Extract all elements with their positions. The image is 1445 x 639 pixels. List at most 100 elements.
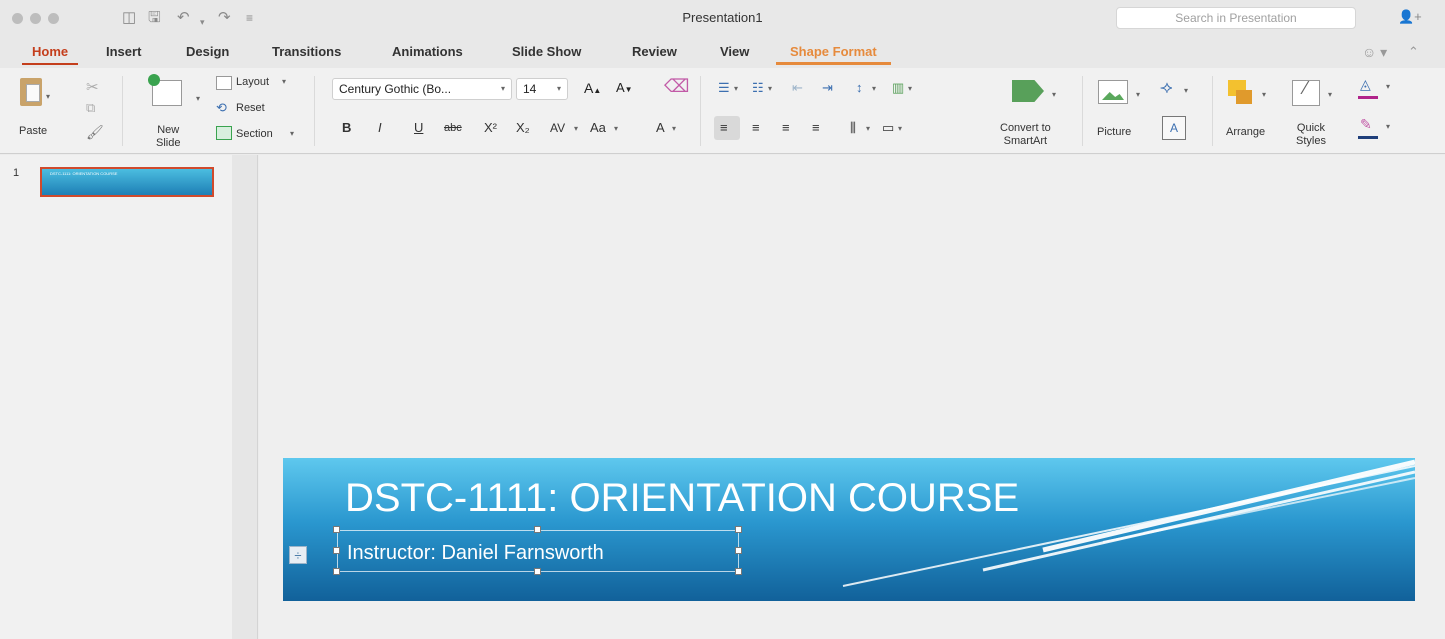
font-color-dropdown-icon[interactable]: ▾ <box>672 124 676 133</box>
sidebar-toggle-icon[interactable]: ◫ <box>122 8 136 28</box>
slide-title[interactable]: DSTC-1111: ORIENTATION COURSE <box>345 476 1019 520</box>
reset-icon[interactable]: ⟲ <box>216 100 227 116</box>
section-icon[interactable] <box>216 126 232 140</box>
quick-styles-label: Quick Styles <box>1296 122 1326 147</box>
tab-shape-format[interactable]: Shape Format <box>776 44 891 65</box>
customize-toolbar-icon[interactable]: ≡ <box>246 8 253 28</box>
paste-dropdown-icon[interactable]: ▾ <box>46 92 50 101</box>
format-painter-icon[interactable]: 🖌 <box>86 124 104 141</box>
shrink-font-button[interactable]: A▼ <box>616 80 633 95</box>
change-case-button[interactable]: Aa <box>590 120 606 136</box>
resize-handle[interactable] <box>534 526 541 533</box>
columns-icon[interactable]: ▥ <box>892 80 904 96</box>
line-spacing-dropdown-icon[interactable]: ▾ <box>872 84 876 93</box>
text-direction-icon[interactable]: ⫼ <box>850 120 856 136</box>
section-label[interactable]: Section <box>236 128 273 141</box>
tab-review[interactable]: Review <box>632 44 677 59</box>
tab-design[interactable]: Design <box>186 44 229 59</box>
resize-handle[interactable] <box>333 547 340 554</box>
text-box-icon[interactable]: A <box>1162 116 1186 140</box>
shape-outline-dropdown-icon[interactable]: ▾ <box>1386 122 1390 131</box>
redo-icon[interactable]: ↷ <box>218 8 231 28</box>
character-spacing-dropdown-icon[interactable]: ▾ <box>574 124 578 133</box>
shape-fill-icon[interactable]: ◬ <box>1360 76 1371 93</box>
copy-icon[interactable]: ⧉ <box>86 100 95 116</box>
picture-label: Picture <box>1097 126 1132 138</box>
shape-fill-dropdown-icon[interactable]: ▾ <box>1386 82 1390 91</box>
resize-handle[interactable] <box>735 526 742 533</box>
layout-dropdown-icon[interactable]: ▾ <box>282 77 286 86</box>
smartart-dropdown-icon[interactable]: ▾ <box>1052 90 1056 99</box>
bullets-icon[interactable]: ☰ <box>718 80 730 96</box>
clear-formatting-icon[interactable]: ⌫ <box>664 76 689 97</box>
feedback-icon[interactable]: ☺ ▾ <box>1362 44 1387 61</box>
tab-transitions[interactable]: Transitions <box>272 44 341 59</box>
change-case-dropdown-icon[interactable]: ▾ <box>614 124 618 133</box>
align-right-icon[interactable]: ≡ <box>782 120 790 136</box>
arrange-dropdown-icon[interactable]: ▾ <box>1262 90 1266 99</box>
resize-handle[interactable] <box>534 568 541 575</box>
columns-dropdown-icon[interactable]: ▾ <box>908 84 912 93</box>
smartart-icon[interactable] <box>1012 80 1044 102</box>
undo-dropdown-icon[interactable]: ▾ <box>200 12 205 32</box>
bold-button[interactable]: B <box>342 120 351 136</box>
section-dropdown-icon[interactable]: ▾ <box>290 129 294 138</box>
close-window-button[interactable] <box>12 13 23 24</box>
resize-handle[interactable] <box>333 526 340 533</box>
strikethrough-button[interactable]: abc <box>444 120 462 136</box>
numbering-icon[interactable]: ☷ <box>752 80 764 96</box>
tab-view[interactable]: View <box>720 44 749 59</box>
superscript-button[interactable]: X² <box>484 120 497 136</box>
slide-thumbnail[interactable]: DSTC-1111: ORIENTATION COURSE <box>40 167 214 197</box>
minimize-window-button[interactable] <box>30 13 41 24</box>
resize-handle[interactable] <box>333 568 340 575</box>
ribbon-home: ▾ Paste ✂ ⧉ 🖌 ▾ New Slide Layout ▾ ⟲ Res… <box>0 68 1445 154</box>
layout-label[interactable]: Layout <box>236 76 269 89</box>
share-icon[interactable]: 👤+ <box>1398 9 1422 25</box>
underline-button[interactable]: U <box>414 120 423 136</box>
tab-home[interactable]: Home <box>21 44 79 65</box>
subscript-button[interactable]: X₂ <box>516 120 530 136</box>
pane-divider[interactable] <box>232 155 258 639</box>
picture-icon[interactable] <box>1098 80 1128 104</box>
italic-button[interactable]: I <box>378 120 382 136</box>
font-name-dropdown[interactable]: Century Gothic (Bo... ▾ <box>332 78 512 100</box>
layout-options-icon[interactable]: ÷ <box>289 546 307 564</box>
resize-handle[interactable] <box>735 547 742 554</box>
tab-insert[interactable]: Insert <box>106 44 141 59</box>
new-slide-dropdown-icon[interactable]: ▾ <box>196 94 200 103</box>
search-input[interactable]: Search in Presentation <box>1116 7 1356 29</box>
collapse-ribbon-icon[interactable]: ⌃ <box>1408 44 1419 60</box>
font-size-dropdown[interactable]: 14 ▾ <box>516 78 568 100</box>
slide-canvas[interactable]: DSTC-1111: ORIENTATION COURSE Instructor… <box>283 458 1415 601</box>
quick-styles-dropdown-icon[interactable]: ▾ <box>1328 90 1332 99</box>
resize-handle[interactable] <box>735 568 742 575</box>
tab-animations[interactable]: Animations <box>392 44 463 59</box>
cut-icon[interactable]: ✂ <box>86 78 99 96</box>
zoom-window-button[interactable] <box>48 13 59 24</box>
picture-dropdown-icon[interactable]: ▾ <box>1136 90 1140 99</box>
grow-font-button[interactable]: A▲ <box>584 80 601 96</box>
shapes-dropdown-icon[interactable]: ▾ <box>1184 86 1188 95</box>
tab-slide-show[interactable]: Slide Show <box>512 44 581 59</box>
reset-label[interactable]: Reset <box>236 102 265 115</box>
shape-outline-icon[interactable]: ✎ <box>1360 116 1372 133</box>
bullets-dropdown-icon[interactable]: ▾ <box>734 84 738 93</box>
layout-icon[interactable] <box>216 76 232 90</box>
text-direction-dropdown-icon[interactable]: ▾ <box>866 124 870 133</box>
line-spacing-icon[interactable]: ↕ <box>856 80 863 96</box>
save-icon[interactable]: 🖫 <box>148 8 161 28</box>
justify-icon[interactable]: ≡ <box>812 120 820 136</box>
decrease-indent-icon[interactable]: ⇤ <box>792 80 803 96</box>
character-spacing-button[interactable]: AV <box>550 120 565 136</box>
new-slide-label: New Slide <box>156 124 181 149</box>
align-center-icon[interactable]: ≡ <box>752 120 760 136</box>
numbering-dropdown-icon[interactable]: ▾ <box>768 84 772 93</box>
slide-subtitle[interactable]: Instructor: Daniel Farnsworth <box>347 541 604 565</box>
shapes-icon[interactable]: ⟢ <box>1160 78 1173 98</box>
font-color-button[interactable]: A <box>656 120 665 136</box>
increase-indent-icon[interactable]: ⇥ <box>822 80 833 96</box>
align-text-icon[interactable]: ▭ <box>882 120 894 136</box>
align-text-dropdown-icon[interactable]: ▾ <box>898 124 902 133</box>
undo-icon[interactable]: ↶ <box>177 8 190 28</box>
